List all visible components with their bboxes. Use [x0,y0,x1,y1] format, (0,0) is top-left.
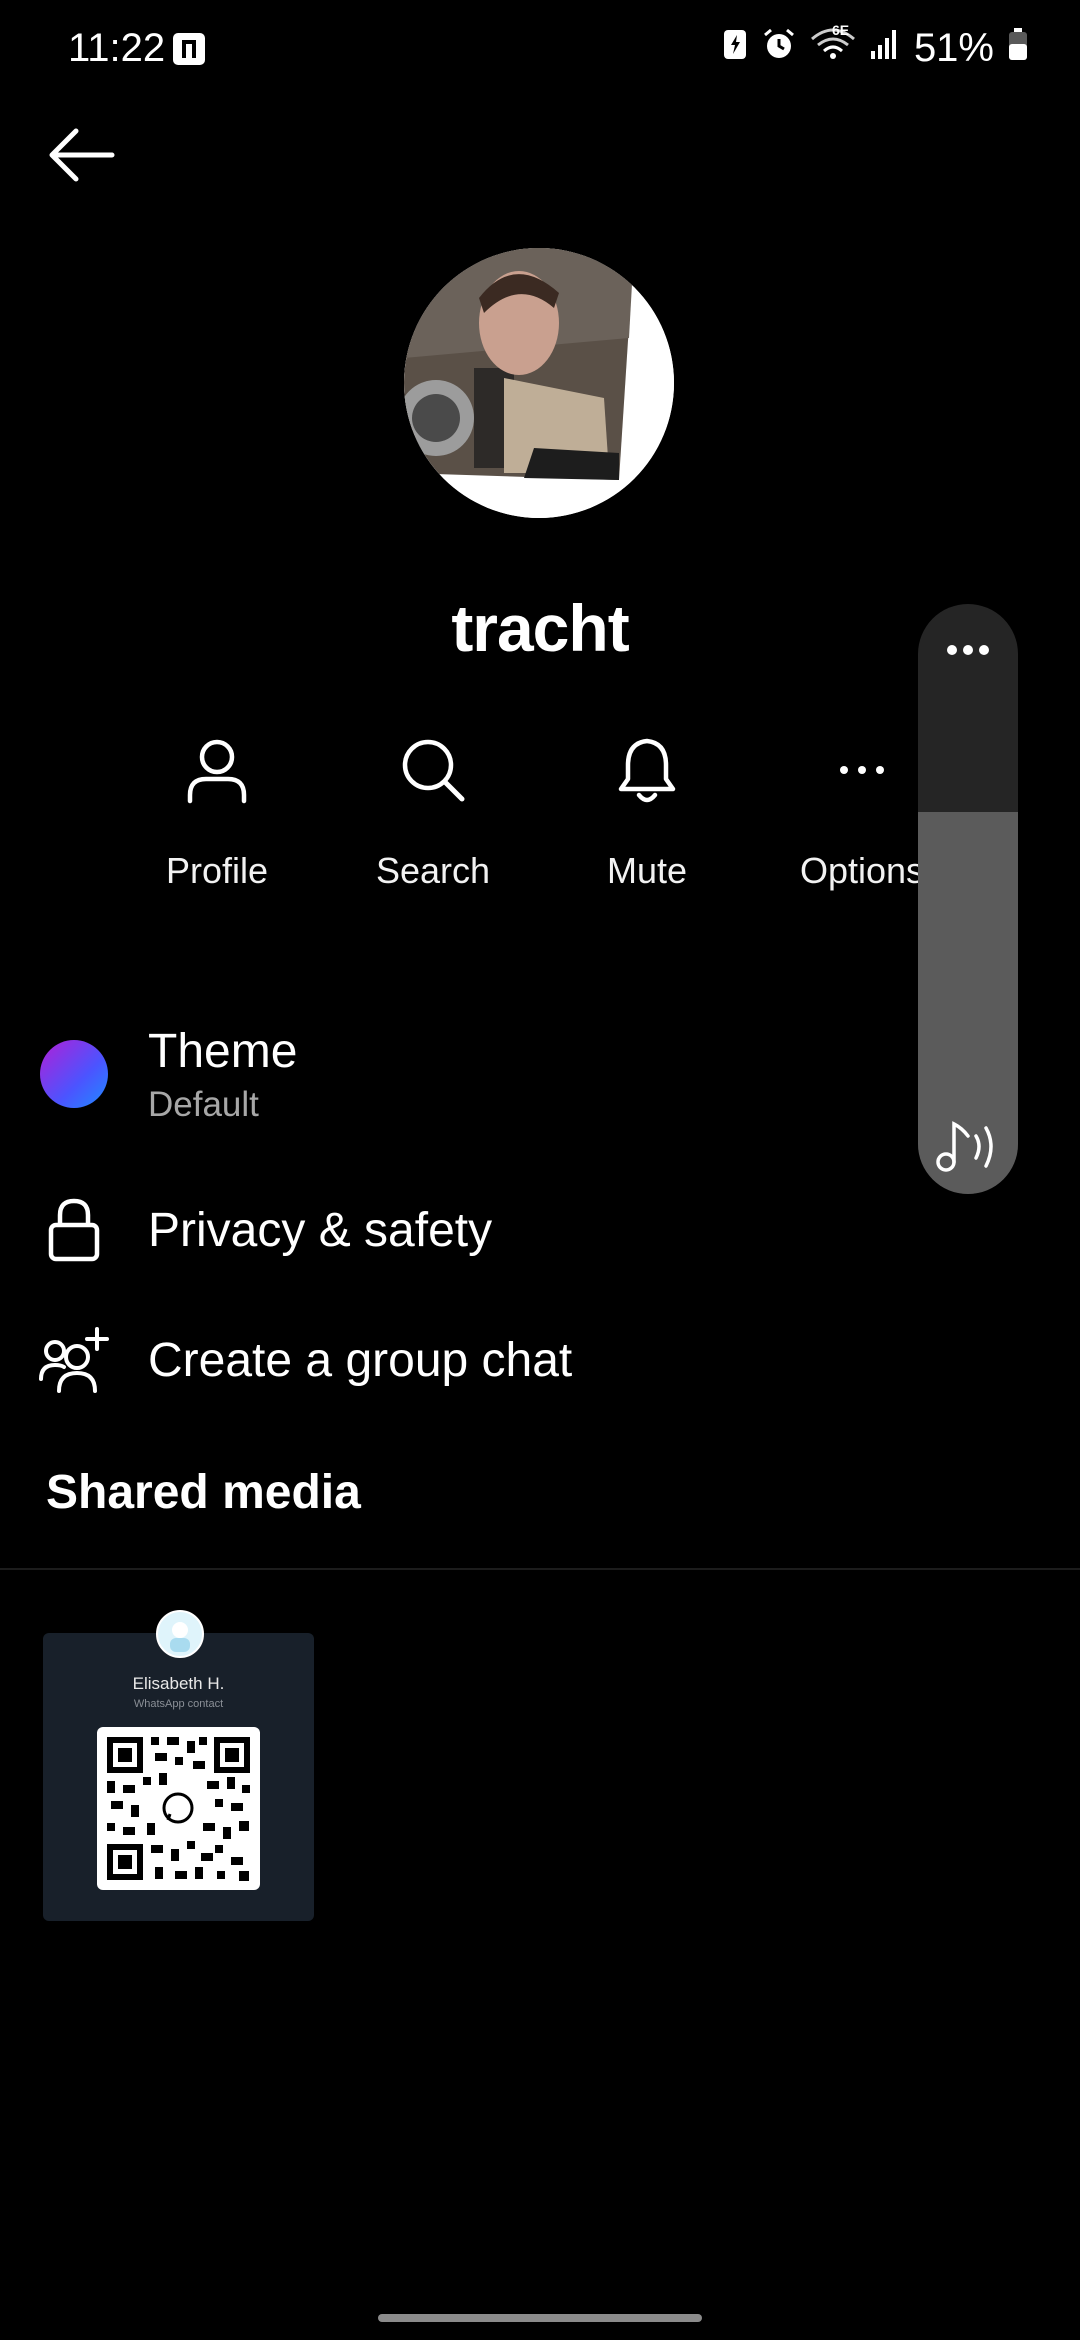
signal-icon [870,26,900,71]
create-group-label: Create a group chat [148,1333,573,1387]
mute-button[interactable]: Mute [552,730,742,892]
notification-app-icon [172,32,206,66]
theme-value: Default [148,1084,259,1124]
bell-icon [618,738,676,803]
lock-icon [48,1198,100,1262]
wifi-icon: 6E [810,22,856,71]
contact-card-avatar [156,1610,204,1658]
back-button[interactable] [40,120,124,190]
battery-percent: 51% [913,25,994,70]
theme-label: Theme [148,1024,298,1078]
privacy-label: Privacy & safety [148,1203,493,1257]
alarm-icon [762,26,796,71]
battery-saver-icon [722,26,748,71]
mute-label: Mute [606,850,688,891]
qr-code [97,1727,260,1890]
more-horizontal-icon [947,645,989,655]
shared-media-title: Shared media [46,1466,361,1519]
search-icon [402,739,465,802]
divider [0,1568,1080,1570]
network-type-label: 6E [831,21,850,38]
add-group-icon [39,1327,109,1393]
arrow-left-icon [49,128,115,182]
volume-settings-button[interactable] [918,622,1018,678]
battery-icon [1008,26,1028,71]
search-label: Search [375,850,491,891]
profile-button[interactable]: Profile [122,730,312,892]
theme-color-icon [40,1040,108,1108]
contact-card-name: Elisabeth H. [132,1674,225,1693]
contact-card-subtitle: WhatsApp contact [133,1698,224,1710]
profile-label: Profile [165,850,269,891]
home-indicator[interactable] [378,2314,702,2322]
status-icons: 6E 51% [722,22,1028,74]
media-volume-icon [932,1118,1002,1174]
search-button[interactable]: Search [338,730,528,892]
privacy-safety-row[interactable]: Privacy & safety [0,1190,1080,1270]
profile-avatar[interactable] [404,248,674,518]
person-icon [187,739,247,804]
create-group-chat-row[interactable]: Create a group chat [0,1320,1080,1400]
more-horizontal-icon [840,766,884,774]
status-time: 11:22 [68,26,166,70]
